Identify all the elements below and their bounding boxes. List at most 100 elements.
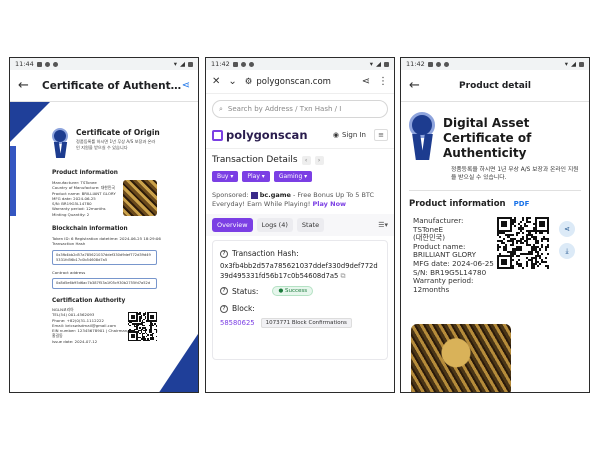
certificate-document: Certificate of Origin 정품등록를 하시면 1년 무상 A/… <box>10 102 198 392</box>
help-icon[interactable]: ? <box>220 287 228 295</box>
artwork-thumbnail <box>123 180 157 216</box>
notification-icon <box>427 61 433 67</box>
corner-decoration <box>158 334 198 392</box>
wifi-icon: ▾ <box>564 60 568 68</box>
sponsored-label: Sponsored: <box>212 191 249 199</box>
tab-bar: Overview Logs (4) State ☰▾ <box>206 214 394 236</box>
clock: 11:44 <box>15 60 34 68</box>
transaction-hash-value: 0x3fb4bb2d57a785621037ddef330d9def772d39… <box>220 261 380 281</box>
product-info-heading: Product information <box>52 170 118 176</box>
app-bar: ← Product detail <box>401 70 589 102</box>
battery-icon <box>188 61 193 67</box>
qr-code <box>128 312 158 342</box>
certificate-subtitle: 정품등록을 하시면 1년 무상 A/S 보장과 온라인 지원을 받으실 수 있습… <box>451 167 579 181</box>
qr-code <box>497 217 550 270</box>
help-icon[interactable]: ? <box>220 249 228 258</box>
sponsor-brand: bc.game <box>259 191 291 199</box>
polygon-logo-icon <box>212 129 223 141</box>
play-now-link[interactable]: Play Now <box>312 200 346 208</box>
play-dropdown-button[interactable]: Play ▾ <box>242 171 270 182</box>
tab-overview[interactable]: Overview <box>212 218 253 232</box>
sign-in-label: Sign In <box>342 131 366 139</box>
status-bar: 11:42 ▾ ◢ <box>401 58 589 70</box>
notification-icon <box>44 61 50 67</box>
polygonscan-phone-screen: 11:42 ▾ ◢ ✕ ⌄ ⚙ polygonscan.com ⋖ ⋮ ⌕ Sear… <box>205 57 395 393</box>
transaction-overview-card: ? Transaction Hash: 0x3fb4bb2d57a78562103… <box>212 240 388 360</box>
share-icon[interactable]: ⋖ <box>559 221 575 237</box>
next-arrow-icon[interactable]: › <box>314 155 324 165</box>
pdf-link[interactable]: PDF <box>514 200 530 208</box>
notification-icon <box>443 61 449 67</box>
certificate-phone-screen: 11:44 ▾ ◢ ← Certificate of Authentic··· ⋖… <box>9 57 199 393</box>
share-icon[interactable]: ⋖ <box>182 80 190 91</box>
url-text: polygonscan.com <box>256 76 331 87</box>
back-arrow-icon[interactable]: ← <box>409 78 427 93</box>
bc-game-logo-icon <box>250 191 258 199</box>
copy-icon[interactable]: ⧉ <box>341 272 346 280</box>
user-icon: ◉ <box>332 131 339 139</box>
status-bar: 11:44 ▾ ◢ <box>10 58 198 70</box>
download-icon[interactable]: ⤓ <box>559 243 575 259</box>
url-bar[interactable]: ⚙ polygonscan.com <box>245 77 354 87</box>
artwork-image <box>411 324 511 392</box>
product-info-text: Manufacturer: TSTonee Country of Manufac… <box>52 180 116 217</box>
previous-arrow-icon[interactable]: ‹ <box>301 155 311 165</box>
transaction-hash-box: 0x3fb4bb2d57a785621037ddef330d9def772d39… <box>52 250 157 266</box>
gaming-dropdown-button[interactable]: Gaming ▾ <box>273 171 313 182</box>
certificate-header: Digital Asset Certificate of Authenticit… <box>401 102 589 166</box>
site-header: polygonscan ◉ Sign In ≡ <box>206 124 394 149</box>
wifi-icon: ▾ <box>369 60 373 68</box>
battery-icon <box>384 61 389 67</box>
logo-text: polygonscan <box>226 128 308 142</box>
manufacturer: Manufacturer: TSToneE <box>413 216 464 234</box>
certification-authority-heading: Certification Authority <box>52 298 126 304</box>
polygonscan-logo[interactable]: polygonscan <box>212 128 333 142</box>
block-number-link[interactable]: 58580625 <box>220 319 255 327</box>
certificate-title: Certificate of Origin <box>76 128 160 137</box>
browser-toolbar: ✕ ⌄ ⚙ polygonscan.com ⋖ ⋮ <box>206 70 394 94</box>
signal-icon: ◢ <box>571 60 576 68</box>
notification-icon <box>232 61 238 67</box>
status-label: Status: <box>232 286 259 296</box>
more-menu-icon[interactable]: ⋮ <box>378 76 388 87</box>
status-badge: ● Success <box>272 286 314 296</box>
sponsored-banner[interactable]: Sponsored: bc.game - Free Bonus Up To 5 … <box>206 186 394 214</box>
sign-in-link[interactable]: ◉ Sign In <box>333 131 366 139</box>
signal-icon: ◢ <box>376 60 381 68</box>
tab-state[interactable]: State <box>296 218 325 232</box>
search-input[interactable]: ⌕ Search by Address / Txn Hash / I <box>212 100 388 118</box>
award-medal-icon <box>52 128 70 162</box>
blockchain-info-text: Token ID: 6 Registration datetime: 2024-… <box>52 236 161 247</box>
clock: 11:42 <box>406 60 425 68</box>
search-icon: ⌕ <box>219 104 223 113</box>
help-icon[interactable]: ? <box>220 304 228 313</box>
product-detail-phone-screen: 11:42 ▾ ◢ ← Product detail Digital Asset … <box>400 57 590 393</box>
blockchain-info-heading: Blockchain information <box>52 226 128 232</box>
contract-address-label: Contract address <box>52 270 86 275</box>
page-title: Transaction Details <box>212 155 298 165</box>
certificate-heading: Digital Asset Certificate of Authenticit… <box>443 116 532 160</box>
certificate-subtitle: 정품등록를 하시면 1년 무상 A/S 보장과 온라인 지원을 받으실 수 있습… <box>76 139 156 150</box>
buy-dropdown-button[interactable]: Buy ▾ <box>212 171 239 182</box>
share-icon[interactable]: ⋖ <box>362 76 370 87</box>
status-text: Success <box>285 288 308 294</box>
tab-logs[interactable]: Logs (4) <box>256 218 293 232</box>
side-decoration <box>10 146 16 216</box>
site-settings-icon[interactable]: ⚙ <box>245 77 253 87</box>
divider <box>409 190 581 191</box>
wifi-icon: ▾ <box>173 60 177 68</box>
close-icon[interactable]: ✕ <box>212 76 220 87</box>
notification-icon <box>435 61 441 67</box>
back-arrow-icon[interactable]: ← <box>18 78 36 93</box>
contract-address-box: 0x8d5e6b95d6ac7b387f53a1f05c930b2755fd7a… <box>52 278 157 289</box>
corner-decoration <box>10 102 50 142</box>
page-title: Certificate of Authentic··· <box>42 79 182 92</box>
notification-icon <box>248 61 254 67</box>
page-title: Product detail <box>459 80 531 91</box>
chevron-down-icon[interactable]: ⌄ <box>228 76 236 87</box>
app-bar: ← Certificate of Authentic··· ⋖ <box>10 70 198 102</box>
confirmations-badge: 1073771 Block Confirmations <box>260 318 352 328</box>
hamburger-menu-icon[interactable]: ≡ <box>374 129 388 141</box>
filter-menu-icon[interactable]: ☰▾ <box>378 221 388 229</box>
transaction-details-header: Transaction Details ‹ › <box>206 149 394 167</box>
